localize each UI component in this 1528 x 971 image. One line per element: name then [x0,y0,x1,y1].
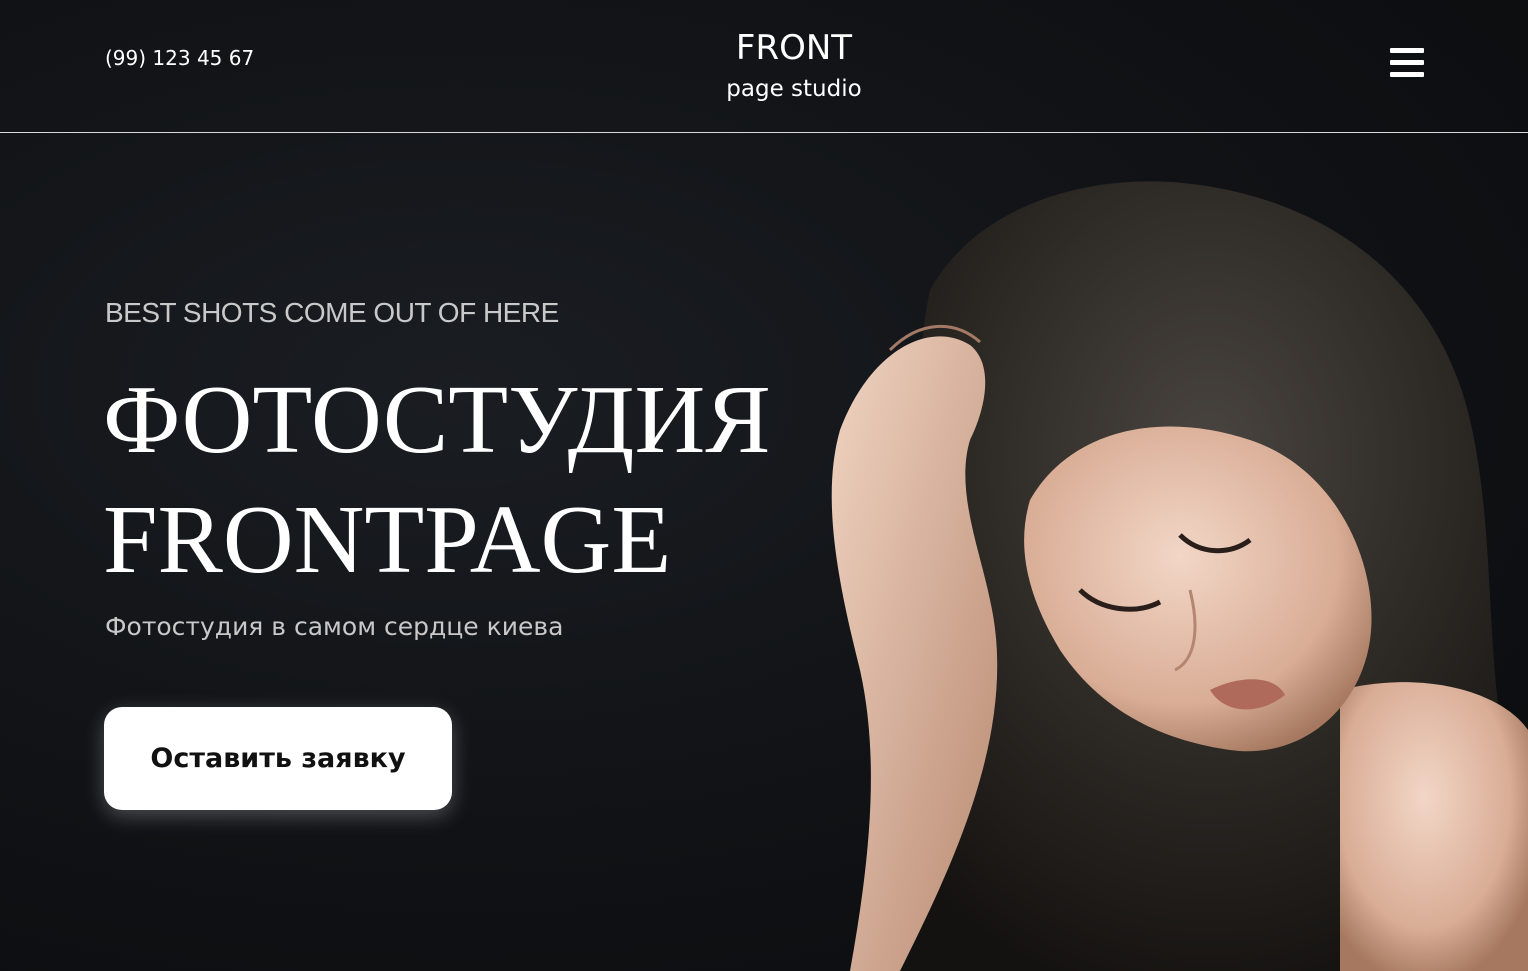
submit-request-button[interactable]: Оставить заявку [104,707,452,810]
hero-title-line-1: ФОТОСТУДИЯ [103,366,771,474]
hero-subtitle: Фотостудия в самом сердце киева [105,612,564,641]
menu-bar [1390,48,1424,53]
hero-title: ФОТОСТУДИЯ FRONTPAGE [103,360,771,600]
menu-bar [1390,60,1424,65]
menu-bar [1390,72,1424,77]
logo[interactable]: FRONT page studio [664,28,924,104]
hero-title-line-2: FRONTPAGE [103,486,672,594]
site-header: (99) 123 45 67 FRONT page studio [0,0,1528,133]
logo-sub-text: page studio [726,76,862,102]
phone-link[interactable]: (99) 123 45 67 [105,46,254,70]
page: (99) 123 45 67 FRONT page studio BEST SH… [0,0,1528,971]
hamburger-menu-icon[interactable] [1390,48,1424,78]
portrait-photo [831,181,1528,971]
logo-main-text: FRONT [735,28,853,68]
hero-eyebrow: BEST SHOTS COME OUT OF HERE [105,297,559,328]
